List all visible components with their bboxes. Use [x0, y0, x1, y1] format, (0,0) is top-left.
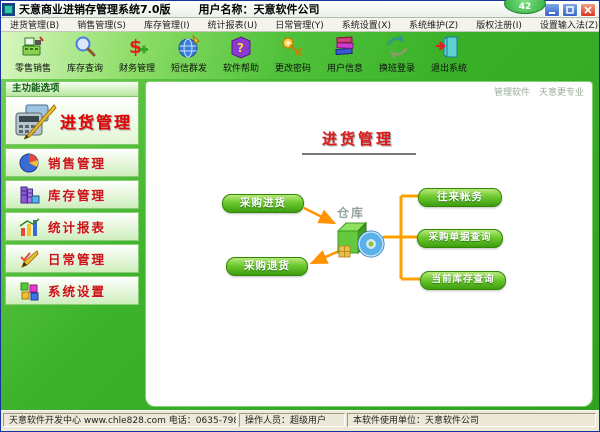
sidebar-item-label: 销售管理: [48, 156, 107, 171]
toolbar-label: 用户信息: [326, 64, 363, 74]
bar-chart-icon: [19, 217, 40, 236]
color-blocks-icon: [20, 282, 39, 300]
toolbar-finance[interactable]: $ 财务管理: [111, 34, 163, 74]
toolbar-help[interactable]: ? 软件帮助: [215, 34, 267, 74]
menu-sales[interactable]: 销售管理(S): [68, 18, 135, 31]
exit-door-icon: [436, 36, 458, 58]
toolbar-label: 短信群发: [170, 64, 207, 74]
sidebar-item-label: 日常管理: [48, 252, 107, 267]
dollar-icon: $: [129, 36, 148, 58]
warehouse-cube-disc-icon: [336, 221, 385, 258]
toolbar-label: 零售销售: [14, 64, 51, 74]
toolbar-retail-sales[interactable]: 零售销售: [7, 34, 59, 74]
pill-current-stock-query[interactable]: 当前库存查询: [420, 271, 506, 290]
menu-maintenance[interactable]: 系统维护(Z): [400, 18, 467, 31]
maximize-icon: [566, 6, 574, 14]
sidebar-item-label: 库存管理: [48, 188, 107, 203]
sidebar-item-daily[interactable]: 日常管理: [5, 244, 139, 273]
title-underline: [302, 153, 416, 155]
toolbar-label: 库存查询: [66, 64, 103, 74]
menu-inventory[interactable]: 库存管理(I): [135, 18, 199, 31]
pie-chart-icon: [19, 153, 39, 172]
key-icon: [282, 37, 303, 57]
pencil-check-icon: [20, 249, 39, 268]
toolbar-exit[interactable]: 退出系统: [423, 34, 475, 74]
toolbar-change-password[interactable]: 更改密码: [267, 34, 319, 74]
toolbar: 零售销售 库存查询 $ 财务管理 短信群发 ? 软件帮助 更改密码 用户信息 换…: [1, 31, 599, 79]
svg-text:?: ?: [237, 41, 244, 55]
toolbar-label: 财务管理: [118, 64, 155, 74]
toolbar-shift-login[interactable]: 换班登录: [371, 34, 423, 74]
menu-settings[interactable]: 系统设置(X): [333, 18, 400, 31]
toolbar-sms[interactable]: 短信群发: [163, 34, 215, 74]
sidebar-header: 主功能选项: [5, 81, 139, 97]
menu-purchase[interactable]: 进货管理(B): [1, 18, 68, 31]
pill-purchase-return[interactable]: 采购退货: [226, 257, 308, 276]
pill-purchase-in[interactable]: 采购进货: [222, 194, 304, 213]
shift-swap-icon: [386, 34, 408, 59]
menu-input-method[interactable]: 设置输入法(Z): [531, 18, 600, 31]
toolbar-user-info[interactable]: 用户信息: [319, 34, 371, 74]
status-bar: 天意软件开发中心 www.chle828.com 电话：0635-7987985…: [1, 410, 599, 431]
help-book-icon: ?: [231, 36, 251, 59]
close-button[interactable]: [580, 3, 596, 17]
toolbar-label: 换班登录: [378, 64, 415, 74]
globe-sms-icon: [178, 34, 200, 58]
toolbar-label: 退出系统: [430, 64, 467, 74]
status-license-unit: 本软件使用单位：天意软件公司: [347, 413, 596, 427]
pill-purchase-doc-query[interactable]: 采购单据查询: [417, 229, 503, 248]
sidebar-item-settings[interactable]: 系统设置: [5, 276, 139, 305]
window-controls: [544, 3, 596, 17]
toolbar-label: 更改密码: [274, 64, 311, 74]
sidebar-item-label: 进货管理: [60, 112, 133, 132]
toolbar-label: 软件帮助: [222, 64, 259, 74]
menu-daily[interactable]: 日常管理(Y): [266, 18, 333, 31]
user-name-label: 用户名称：天意软件公司: [198, 3, 320, 16]
status-operator: 操作人员：超级用户: [239, 413, 345, 427]
close-icon: [584, 6, 592, 14]
toolbar-inventory-query[interactable]: 库存查询: [59, 34, 111, 74]
maximize-button[interactable]: [562, 3, 578, 17]
page-title: 进货管理: [321, 130, 394, 148]
app-icon: [2, 2, 15, 16]
menu-bar: 进货管理(B) 销售管理(S) 库存管理(I) 统计报表(U) 日常管理(Y) …: [1, 18, 599, 32]
minimize-icon: [549, 12, 555, 14]
magnifier-icon: [75, 36, 96, 57]
content-panel: 管理软件 天意更专业 进货管理 采购进货 采购退货 仓库 往来帐务 采购单据查询…: [145, 81, 593, 407]
window-title: 天意商业进销存管理系统7.0版: [19, 3, 171, 16]
svg-text:$: $: [129, 36, 142, 58]
cash-register-icon: [22, 36, 44, 56]
pill-current-accounts[interactable]: 往来帐务: [418, 188, 502, 207]
sidebar-item-label: 系统设置: [48, 284, 107, 299]
sidebar: 主功能选项 进货管理 销售管理 库存管理 统计报表 日常管理 系统设置: [5, 81, 139, 305]
cabinet-icon: [20, 186, 40, 203]
status-developer-info: 天意软件开发中心 www.chle828.com 电话：0635-7987985…: [3, 413, 237, 427]
sidebar-item-purchase-active[interactable]: 进货管理: [5, 97, 139, 145]
calculator-pencil-icon: [15, 103, 57, 139]
sidebar-item-reports[interactable]: 统计报表: [5, 212, 139, 241]
sidebar-item-sales[interactable]: 销售管理: [5, 148, 139, 177]
sidebar-item-label: 统计报表: [48, 220, 107, 235]
minimize-button[interactable]: [544, 3, 560, 17]
slogan-text: 管理软件 天意更专业: [493, 88, 584, 98]
books-icon: [335, 36, 354, 56]
menu-register[interactable]: 版权注册(I): [467, 18, 531, 31]
app-window: 天意商业进销存管理系统7.0版 用户名称：天意软件公司 42 进货管理(B) 销…: [0, 0, 600, 432]
sidebar-item-inventory[interactable]: 库存管理: [5, 180, 139, 209]
menu-reports[interactable]: 统计报表(U): [199, 18, 267, 31]
